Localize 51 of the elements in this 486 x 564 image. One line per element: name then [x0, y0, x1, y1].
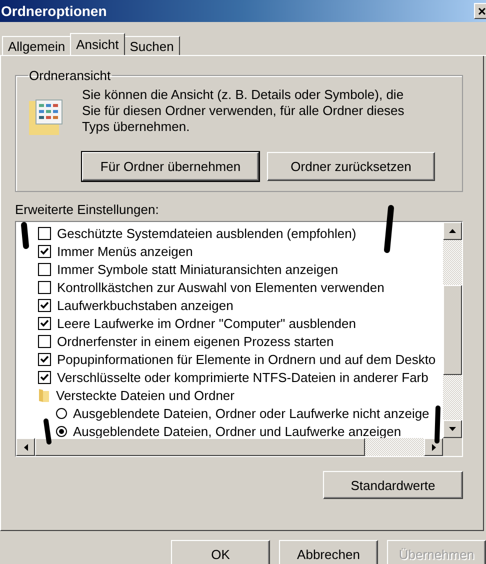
scrollbar-corner: [443, 438, 462, 456]
action-button[interactable]: Ordner zurücksetzen: [267, 152, 435, 181]
scroll-thumb[interactable]: [443, 285, 462, 375]
marker-stroke: [21, 222, 29, 249]
option-label: Geschützte Systemdateien ausblenden (empfohlen): [57, 226, 356, 240]
marker-stroke: [384, 205, 394, 253]
tab[interactable]: Allgemein: [2, 36, 72, 55]
tab[interactable]: Suchen: [124, 36, 180, 55]
action-button[interactable]: Für Ordner übernehmen: [82, 152, 259, 181]
option-label: Verschlüsselte oder komprimierte NTFS-Dateien in anderer Farb: [57, 370, 428, 384]
folder-icon: [28, 97, 64, 137]
radio-button[interactable]: [56, 426, 67, 436]
option-label: Popupinformationen für Elemente in Ordnern und auf dem Deskto: [57, 352, 436, 366]
scroll-right-icon[interactable]: [424, 438, 443, 456]
checkbox[interactable]: [38, 316, 51, 330]
checkbox[interactable]: [38, 244, 51, 258]
option-label: Laufwerkbuchstaben anzeigen: [57, 298, 234, 312]
scroll-down-icon[interactable]: [443, 420, 462, 438]
checkbox[interactable]: [38, 352, 51, 366]
checkbox[interactable]: [38, 334, 51, 348]
folder-icon: [38, 388, 50, 402]
description-text: Sie können die Ansicht (z. B. Details oder Symbole), die Sie für diesen Ordner verwenden, für alle Ordner dieses Typs übernehmen.: [82, 87, 406, 135]
marker-stroke: [434, 406, 440, 444]
radio-button[interactable]: [56, 408, 67, 418]
checkbox[interactable]: [38, 370, 51, 384]
vertical-scrollbar[interactable]: [443, 222, 462, 438]
dialog-button[interactable]: OK: [171, 540, 270, 564]
scroll-thumb[interactable]: [35, 438, 365, 456]
group-title: Ordneransicht: [28, 68, 112, 83]
option-label: Immer Menüs anzeigen: [57, 244, 193, 258]
close-button[interactable]: ×: [474, 3, 486, 19]
checkbox[interactable]: [38, 298, 51, 312]
checkbox[interactable]: [38, 226, 51, 240]
section-label: Erweiterte Einstellungen:: [15, 202, 160, 217]
option-label: Leere Laufwerke im Ordner "Computer" ausblenden: [57, 316, 356, 330]
marker-stroke: [44, 418, 52, 444]
checkbox[interactable]: [38, 262, 51, 276]
tab[interactable]: Ansicht: [70, 33, 125, 55]
scroll-up-icon[interactable]: [443, 222, 462, 240]
option-label: Ausgeblendete Dateien, Ordner und Laufwerke anzeigen: [73, 424, 402, 438]
horizontal-scrollbar[interactable]: [16, 438, 462, 456]
option-label: Kontrollkästchen zur Auswahl von Elementen verwenden: [57, 280, 384, 294]
option-label: Ausgeblendete Dateien, Ordner oder Laufwerke nicht anzeige: [73, 406, 430, 420]
window-title: Ordneroptionen: [1, 3, 107, 19]
group-label: Versteckte Dateien und Ordner: [56, 388, 234, 402]
option-label: Ordnerfenster in einem eigenen Prozess starten: [57, 334, 334, 348]
scroll-left-icon[interactable]: [16, 438, 35, 456]
defaults-button[interactable]: Standardwerte: [323, 471, 463, 499]
checkbox[interactable]: [38, 280, 51, 294]
dialog-button[interactable]: Abbrechen: [279, 540, 378, 564]
option-label: Immer Symbole statt Miniaturansichten anzeigen: [57, 262, 338, 276]
